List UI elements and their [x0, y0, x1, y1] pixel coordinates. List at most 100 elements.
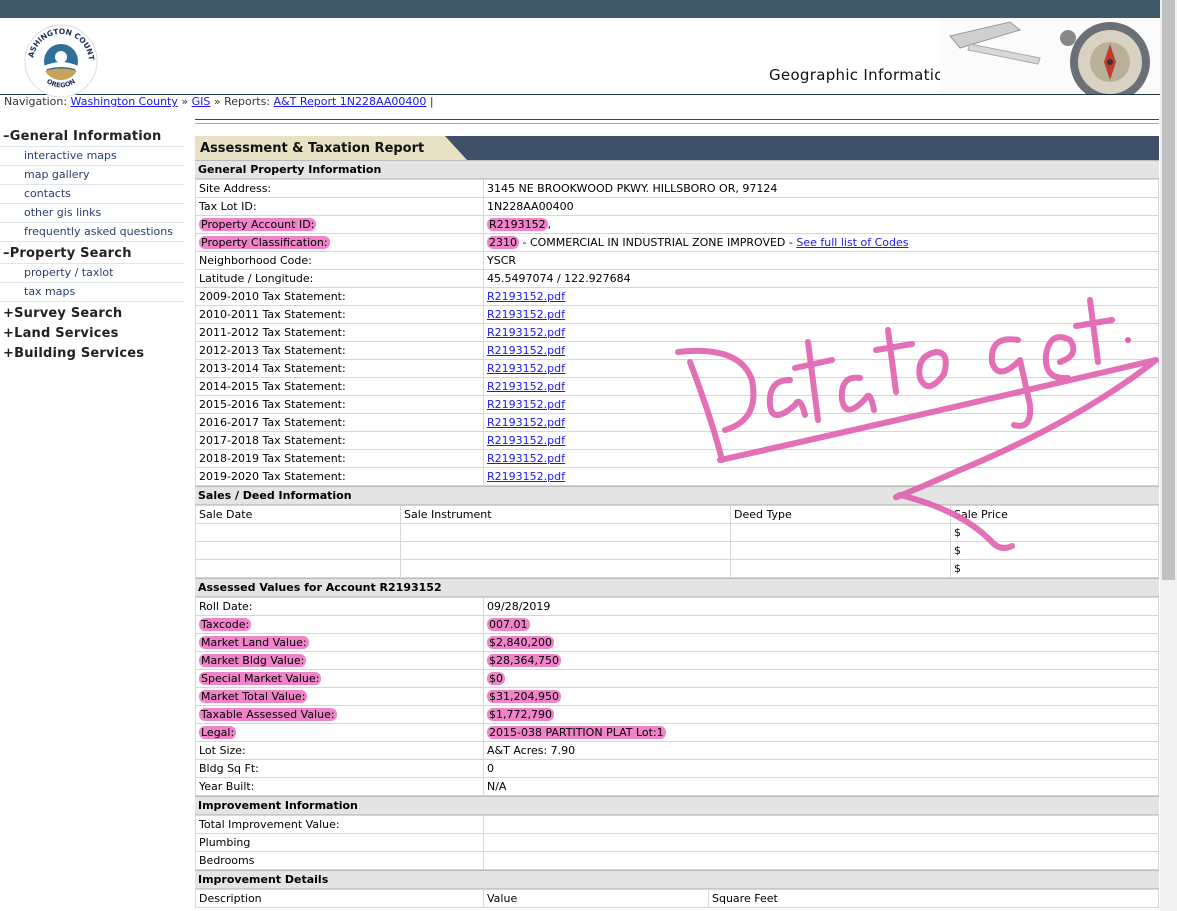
table-cell [195, 559, 401, 578]
sidebar-section-survey-search[interactable]: +Survey Search [0, 305, 187, 323]
section-title: Survey Search [14, 306, 123, 321]
sidebar-section-land-services[interactable]: +Land Services [0, 325, 187, 343]
section-title: General Information [9, 129, 162, 144]
tax-statement-pdf-link[interactable]: R2193152.pdf [487, 434, 565, 447]
sidebar-item-tax-maps[interactable]: tax maps [0, 283, 184, 302]
row-label: Lot Size: [195, 741, 484, 760]
value-text: $2,840,200 [487, 636, 554, 649]
tax-statement-pdf-link[interactable]: R2193152.pdf [487, 308, 565, 321]
report-content: Assessment & Taxation Report General Pro… [195, 119, 1159, 908]
column-header: Sale Instrument [400, 505, 731, 524]
scrollbar[interactable] [1160, 0, 1177, 911]
table-row: Taxable Assessed Value: $1,772,790 [195, 705, 1159, 724]
value-text: $28,364,750 [487, 654, 561, 667]
sales-row: $ [195, 541, 1159, 560]
row-value: R2193152.pdf [483, 413, 1159, 432]
top-bar [0, 0, 1160, 18]
table-cell [400, 541, 731, 560]
tax-statement-row: 2013-2014 Tax Statement: R2193152.pdf [195, 359, 1159, 378]
table-cell [400, 559, 731, 578]
row-label: 2010-2011 Tax Statement: [195, 305, 484, 324]
row-label: Year Built: [195, 777, 484, 796]
row-label: 2016-2017 Tax Statement: [195, 413, 484, 432]
sidebar-section-property-search[interactable]: –Property Search [0, 245, 187, 263]
sidebar-section-building-services[interactable]: +Building Services [0, 345, 187, 363]
label-text: Legal: [199, 726, 237, 739]
section-heading-general: General Property Information [195, 160, 1159, 179]
row-value: $2,840,200 [483, 633, 1159, 652]
full-codes-link[interactable]: See full list of Codes [796, 236, 908, 249]
label-text: Taxable Assessed Value: [199, 708, 337, 721]
sidebar-item-map-gallery[interactable]: map gallery [0, 166, 184, 185]
tax-statement-pdf-link[interactable]: R2193152.pdf [487, 470, 565, 483]
row-value: R2193152.pdf [483, 341, 1159, 360]
row-label: Property Classification: [195, 233, 484, 252]
assessed-values-table: Roll Date: 09/28/2019 Taxcode: 007.01 Market… [195, 597, 1159, 796]
row-label: 2009-2010 Tax Statement: [195, 287, 484, 306]
value-text: 0 [487, 762, 494, 775]
row-label: 2019-2020 Tax Statement: [195, 467, 484, 486]
tax-statement-pdf-link[interactable]: R2193152.pdf [487, 290, 565, 303]
row-label: 2015-2016 Tax Statement: [195, 395, 484, 414]
label-text: Property Classification: [199, 236, 330, 249]
tax-statement-pdf-link[interactable]: R2193152.pdf [487, 452, 565, 465]
sidebar-item-faq[interactable]: frequently asked questions [0, 223, 184, 242]
row-value: $1,772,790 [483, 705, 1159, 724]
tax-statement-row: 2017-2018 Tax Statement: R2193152.pdf [195, 431, 1159, 450]
label-text: Neighborhood Code: [199, 254, 312, 267]
row-label: Site Address: [195, 179, 484, 198]
value-text: $0 [487, 672, 505, 685]
divider [195, 119, 1159, 124]
row-value: R2193152.pdf [483, 377, 1159, 396]
tax-statement-pdf-link[interactable]: R2193152.pdf [487, 362, 565, 375]
table-cell: $ [950, 523, 1159, 542]
site-header: WASHINGTON COUNTY OREGON Geographic Info… [0, 18, 1160, 98]
tax-statement-row: 2009-2010 Tax Statement: R2193152.pdf [195, 287, 1159, 306]
nav-link-report[interactable]: A&T Report 1N228AA00400 [274, 95, 427, 108]
column-header: Deed Type [730, 505, 951, 524]
table-cell [195, 523, 401, 542]
sidebar-item-interactive-maps[interactable]: interactive maps [0, 146, 184, 166]
row-value: R2193152.pdf [483, 359, 1159, 378]
washington-county-logo[interactable]: WASHINGTON COUNTY OREGON [24, 24, 98, 98]
row-label: Legal: [195, 723, 484, 742]
row-label: 2013-2014 Tax Statement: [195, 359, 484, 378]
tax-statement-pdf-link[interactable]: R2193152.pdf [487, 326, 565, 339]
table-row: Plumbing [195, 833, 1159, 852]
section-heading-sales: Sales / Deed Information [195, 486, 1159, 505]
nav-reports-label: Reports: [224, 95, 271, 108]
sidebar-item-contacts[interactable]: contacts [0, 185, 184, 204]
label-text: Market Land Value: [199, 636, 309, 649]
value-text: YSCR [487, 254, 517, 267]
label-text: Market Bldg Value: [199, 654, 307, 667]
sidebar-item-other-gis-links[interactable]: other gis links [0, 204, 184, 223]
expand-marker: + [3, 306, 15, 321]
row-value: R2193152.pdf [483, 305, 1159, 324]
compass-decoration [940, 18, 1160, 94]
table-row: Neighborhood Code: YSCR [195, 251, 1159, 270]
table-row: Market Land Value: $2,840,200 [195, 633, 1159, 652]
nav-link-washington-county[interactable]: Washington County [71, 95, 178, 108]
scrollbar-thumb[interactable] [1162, 0, 1175, 580]
label-text: Roll Date: [199, 600, 253, 613]
tax-statement-pdf-link[interactable]: R2193152.pdf [487, 344, 565, 357]
row-label: Taxable Assessed Value: [195, 705, 484, 724]
table-cell [195, 541, 401, 560]
expand-marker: + [3, 326, 15, 341]
tax-statement-row: 2015-2016 Tax Statement: R2193152.pdf [195, 395, 1159, 414]
tax-statement-row: 2016-2017 Tax Statement: R2193152.pdf [195, 413, 1159, 432]
tax-statement-pdf-link[interactable]: R2193152.pdf [487, 398, 565, 411]
sidebar-item-property-taxlot[interactable]: property / taxlot [0, 263, 184, 283]
value-text: 45.5497074 / 122.927684 [487, 272, 631, 285]
value-text: 2310 [487, 236, 519, 249]
nav-link-gis[interactable]: GIS [192, 95, 211, 108]
table-cell [400, 523, 731, 542]
value-text: 1N228AA00400 [487, 200, 574, 213]
table-row: Total Improvement Value: [195, 815, 1159, 834]
tax-statement-pdf-link[interactable]: R2193152.pdf [487, 416, 565, 429]
section-heading-assessed: Assessed Values for Account R2193152 [195, 578, 1159, 597]
value-text: 09/28/2019 [487, 600, 551, 613]
sidebar-section-general-information[interactable]: –General Information [0, 128, 187, 146]
tax-statement-pdf-link[interactable]: R2193152.pdf [487, 380, 565, 393]
row-value [483, 833, 1159, 852]
